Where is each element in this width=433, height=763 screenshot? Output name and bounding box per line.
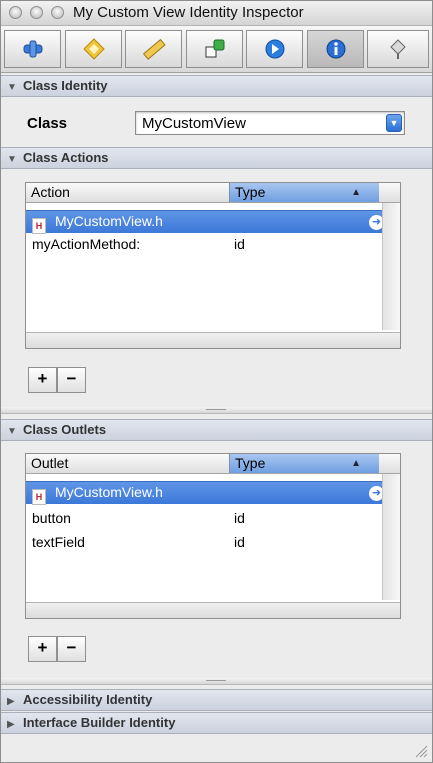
disclosure-open-icon: ▼ — [7, 82, 17, 93]
outlet-column-header[interactable]: Outlet — [31, 455, 68, 471]
type-column-header[interactable]: Type ▲ — [229, 183, 379, 202]
list-item[interactable]: H MyCustomView.h ➜ — [26, 481, 400, 505]
class-identity-header[interactable]: ▼ Class Identity — [1, 75, 432, 97]
outlets-table[interactable]: Outlet Type ▲ H MyCustomView.h ➜ button i… — [25, 453, 401, 619]
tab-bindings[interactable] — [246, 30, 303, 68]
zoom-window-button[interactable] — [51, 6, 64, 19]
tab-effects[interactable] — [65, 30, 122, 68]
horizontal-scrollbar[interactable] — [26, 602, 400, 618]
header-file-icon: H — [32, 218, 46, 234]
actions-table[interactable]: Action Type ▲ H MyCustomView.h ➜ myAction… — [25, 182, 401, 349]
vertical-scrollbar[interactable] — [382, 203, 400, 330]
class-actions-header[interactable]: ▼ Class Actions — [1, 147, 432, 169]
add-outlet-button[interactable]: + — [28, 636, 57, 662]
tab-size[interactable] — [125, 30, 182, 68]
sort-ascending-icon: ▲ — [351, 187, 361, 198]
class-outlets-header[interactable]: ▼ Class Outlets — [1, 419, 432, 441]
bindings-arrow-icon — [265, 39, 284, 59]
disclosure-closed-icon: ▶ — [7, 719, 15, 730]
inspector-toolbar — [1, 26, 432, 73]
header-file-icon: H — [32, 489, 46, 505]
tab-applescript[interactable] — [367, 30, 429, 68]
title-bar[interactable]: My Custom View Identity Inspector — [1, 1, 432, 26]
add-action-button[interactable]: + — [28, 367, 57, 393]
remove-outlet-button[interactable]: − — [57, 636, 86, 662]
horizontal-scrollbar[interactable] — [26, 332, 400, 348]
vertical-scrollbar[interactable] — [382, 474, 400, 600]
attributes-icon — [23, 40, 42, 58]
list-item[interactable]: textField id — [26, 532, 400, 552]
class-combo-value[interactable]: MyCustomView — [142, 115, 246, 132]
list-item[interactable]: button id — [26, 508, 400, 528]
class-label: Class — [27, 115, 68, 132]
effects-icon — [82, 38, 105, 60]
chevron-down-icon: ▼ — [389, 118, 399, 128]
list-item[interactable]: myActionMethod: id — [26, 234, 400, 254]
splitter-handle[interactable] — [1, 678, 432, 685]
size-ruler-icon — [142, 38, 166, 60]
tab-identity[interactable] — [307, 30, 364, 68]
inspector-window: My Custom View Identity Inspector ▼ Clas… — [0, 0, 433, 763]
window-title: My Custom View Identity Inspector — [73, 4, 304, 21]
sort-ascending-icon: ▲ — [351, 458, 361, 469]
connections-icon — [205, 39, 224, 58]
action-column-header[interactable]: Action — [31, 184, 70, 200]
disclosure-open-icon: ▼ — [7, 426, 17, 437]
applescript-icon — [390, 39, 406, 59]
list-item[interactable]: H MyCustomView.h ➜ — [26, 210, 400, 234]
close-window-button[interactable] — [9, 6, 22, 19]
remove-action-button[interactable]: − — [57, 367, 86, 393]
actions-table-header: Action Type ▲ — [26, 183, 400, 203]
tab-connections[interactable] — [186, 30, 243, 68]
disclosure-open-icon: ▼ — [7, 154, 17, 165]
minimize-window-button[interactable] — [30, 6, 43, 19]
resize-grip-icon[interactable] — [414, 744, 428, 758]
class-combo-box[interactable]: MyCustomView ▼ — [135, 111, 405, 135]
tab-attributes[interactable] — [4, 30, 61, 68]
type-column-header[interactable]: Type ▲ — [229, 454, 379, 473]
accessibility-identity-header[interactable]: ▶ Accessibility Identity — [1, 689, 432, 711]
ib-identity-header[interactable]: ▶ Interface Builder Identity — [1, 712, 432, 734]
combo-dropdown-button[interactable]: ▼ — [386, 114, 402, 132]
disclosure-closed-icon: ▶ — [7, 696, 15, 707]
outlets-table-header: Outlet Type ▲ — [26, 454, 400, 474]
splitter-handle[interactable] — [1, 407, 432, 414]
identity-info-icon — [326, 39, 345, 59]
